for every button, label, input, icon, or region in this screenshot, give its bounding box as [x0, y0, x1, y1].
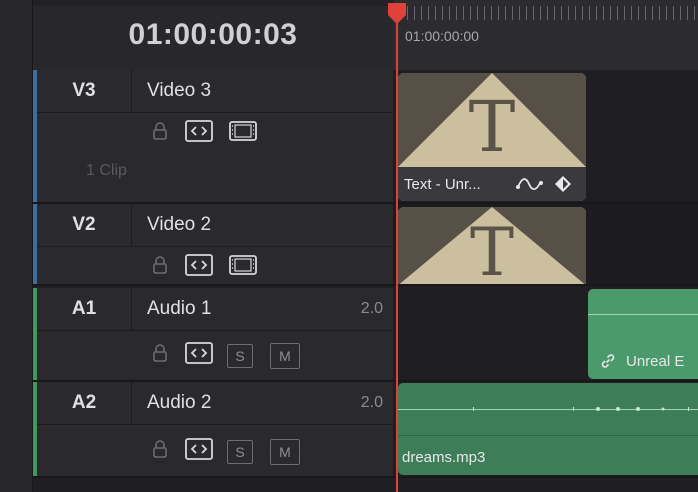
- track-title-row: A2 Audio 2 2.0: [37, 382, 393, 425]
- timecode-header: 01:00:00:03: [33, 0, 393, 71]
- svg-text:T: T: [470, 214, 514, 284]
- waveform-divider: [398, 435, 698, 436]
- track-controls: S M: [151, 342, 300, 369]
- lock-icon[interactable]: [151, 121, 169, 146]
- lane-v3[interactable]: T Text - Unr...: [393, 70, 698, 204]
- track-controls: S M: [151, 438, 300, 465]
- solo-button[interactable]: S: [227, 439, 253, 464]
- clip-name: Unreal E: [626, 353, 685, 370]
- clip-name: dreams.mp3: [402, 449, 486, 466]
- track-header-v3[interactable]: V3 Video 3 1 Clip: [33, 70, 393, 204]
- left-gutter: [0, 0, 33, 492]
- lock-icon[interactable]: [151, 255, 169, 280]
- auto-track-select-icon[interactable]: [185, 254, 213, 281]
- title-clip[interactable]: T Text - Unr...: [398, 73, 586, 201]
- curve-icon[interactable]: [516, 175, 544, 193]
- track-header-v2[interactable]: V2 Video 2: [33, 204, 393, 286]
- link-icon: [601, 354, 615, 368]
- clip-name: Text - Unr...: [404, 176, 481, 193]
- track-header-a1[interactable]: A1 Audio 1 2.0 S M: [33, 288, 393, 382]
- header-band: [33, 0, 393, 6]
- auto-track-select-icon[interactable]: [185, 438, 213, 465]
- ruler-ticks: [393, 6, 698, 20]
- disable-video-track-icon[interactable]: [229, 254, 257, 281]
- waveform-markers: [473, 407, 689, 411]
- track-id: A1: [37, 288, 132, 330]
- track-title-row: V3 Video 3: [37, 70, 393, 113]
- track-title-row: A1 Audio 1 2.0: [37, 288, 393, 331]
- track-id: V2: [37, 204, 132, 246]
- timeline-ruler[interactable]: 01:00:00:00: [393, 0, 698, 71]
- mute-button[interactable]: M: [270, 438, 300, 465]
- clip-count: 1 Clip: [86, 162, 127, 179]
- disable-video-track-icon[interactable]: [229, 120, 257, 147]
- track-name[interactable]: Audio 2: [147, 382, 211, 424]
- clip-footer: Text - Unr...: [398, 167, 586, 201]
- track-id: V3: [37, 70, 132, 112]
- solo-button[interactable]: S: [227, 343, 253, 368]
- text-thumbnail-icon: T: [398, 207, 586, 284]
- track-controls: [151, 120, 257, 147]
- lock-icon[interactable]: [151, 343, 169, 368]
- waveform-line: [588, 314, 698, 315]
- lane-v2[interactable]: T: [393, 204, 698, 286]
- lane-a2[interactable]: dreams.mp3: [393, 382, 698, 478]
- mute-button[interactable]: M: [270, 342, 300, 369]
- track-title-row: V2 Video 2: [37, 204, 393, 247]
- lane-a1[interactable]: Unreal E: [393, 288, 698, 382]
- track-controls: [151, 254, 257, 281]
- title-clip[interactable]: T: [398, 207, 586, 284]
- playhead-handle-icon[interactable]: [386, 3, 408, 25]
- track-name[interactable]: Video 3: [147, 70, 211, 112]
- channel-format: 2.0: [360, 394, 383, 411]
- keyframe-icon[interactable]: [554, 175, 572, 193]
- lock-icon[interactable]: [151, 439, 169, 464]
- playhead-line[interactable]: [396, 14, 398, 492]
- auto-track-select-icon[interactable]: [185, 120, 213, 147]
- track-header-a2[interactable]: A2 Audio 2 2.0 S M: [33, 382, 393, 478]
- track-id: A2: [37, 382, 132, 424]
- text-thumbnail-icon: T: [398, 73, 586, 167]
- ruler-start-label: 01:00:00:00: [405, 28, 479, 44]
- track-name[interactable]: Video 2: [147, 204, 211, 246]
- timecode-display[interactable]: 01:00:00:03: [33, 18, 393, 52]
- audio-clip[interactable]: Unreal E: [588, 289, 698, 379]
- svg-text:T: T: [469, 86, 516, 167]
- track-name[interactable]: Audio 1: [147, 288, 211, 330]
- auto-track-select-icon[interactable]: [185, 342, 213, 369]
- audio-clip[interactable]: dreams.mp3: [398, 383, 698, 475]
- channel-format: 2.0: [360, 300, 383, 317]
